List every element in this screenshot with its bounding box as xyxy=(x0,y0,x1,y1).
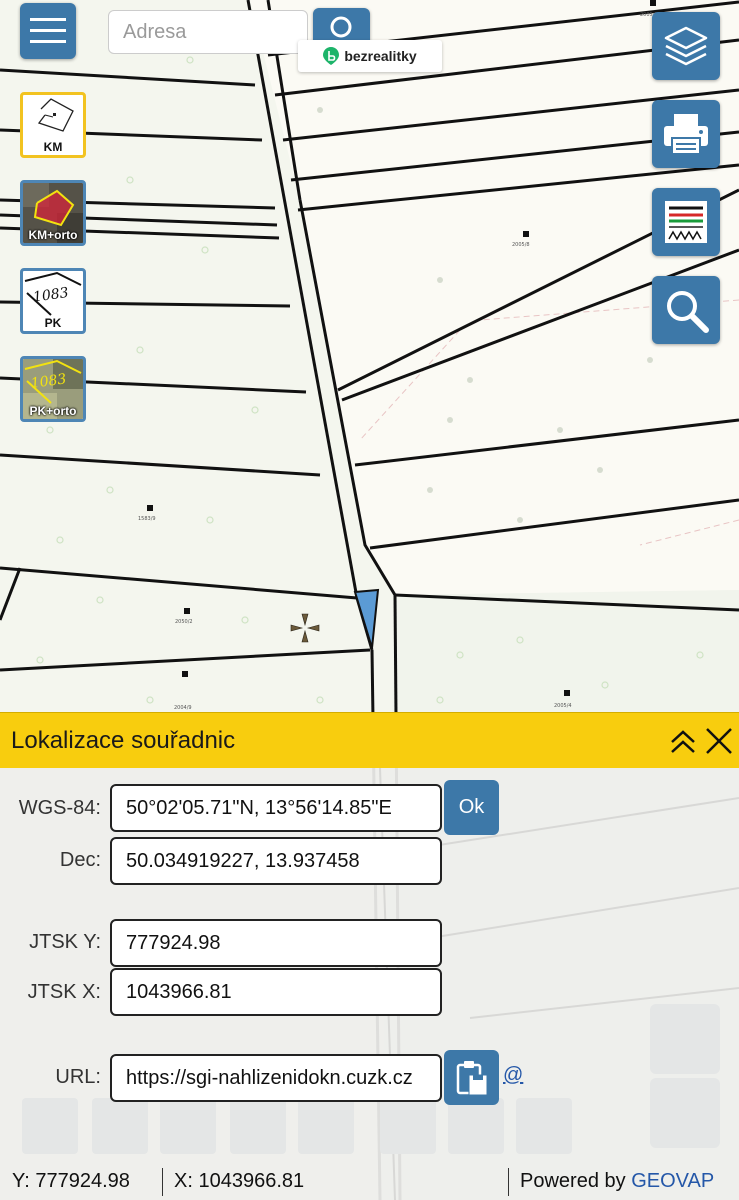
jtsk-x-input[interactable] xyxy=(110,968,442,1016)
address-search-input[interactable] xyxy=(108,10,308,54)
layer-km-button[interactable]: KM xyxy=(20,92,86,158)
status-x-coordinate: X: 1043966.81 xyxy=(174,1170,305,1192)
status-separator xyxy=(508,1168,509,1196)
parcel-label: 2004/9 xyxy=(174,705,192,711)
layers-stack-icon xyxy=(664,26,708,66)
bezrealitky-label: bezrealitky xyxy=(344,48,417,64)
url-label: URL: xyxy=(55,1066,101,1088)
legend-icon xyxy=(665,201,707,243)
layer-pk-orto-label: PK+orto xyxy=(29,404,77,418)
collapse-chevron-icon[interactable] xyxy=(668,726,698,756)
bezrealitky-ad-badge[interactable]: bezrealitky xyxy=(298,40,442,72)
wgs84-label: WGS-84: xyxy=(18,797,101,819)
parcel-label: 2005/4 xyxy=(554,703,572,709)
powered-by-prefix: Powered by xyxy=(520,1170,626,1192)
powered-by-text: Powered by GEOVAP xyxy=(520,1170,714,1193)
layer-km-orto-button[interactable]: KM+orto xyxy=(20,180,86,246)
layer-pk-label: PK xyxy=(44,316,62,330)
bezrealitky-logo-icon xyxy=(323,47,340,65)
hamburger-icon xyxy=(30,18,66,43)
magnifier-icon xyxy=(330,16,351,38)
wgs84-input[interactable] xyxy=(110,784,442,832)
jtsk-y-input[interactable] xyxy=(110,919,442,967)
url-input[interactable] xyxy=(110,1054,442,1102)
clipboard-icon xyxy=(456,1060,487,1095)
panel-body: WGS-84: Ok Dec: JTSK Y: JTSK X: URL: @ xyxy=(0,768,739,1200)
parcel-label: 2050/2 xyxy=(175,619,193,625)
search-button[interactable] xyxy=(313,8,370,42)
parcel-label: 2005/8 xyxy=(512,242,530,248)
email-url-link[interactable]: @ xyxy=(503,1064,523,1087)
menu-button[interactable] xyxy=(20,3,76,59)
km-layer-icon xyxy=(37,98,74,132)
magnifier-icon xyxy=(667,291,709,333)
pk-overlay-number: 1083 xyxy=(32,285,70,306)
layers-button[interactable] xyxy=(652,12,720,80)
find-button[interactable] xyxy=(652,276,720,344)
status-separator xyxy=(162,1168,163,1196)
close-icon[interactable] xyxy=(704,726,734,756)
jtsk-y-label: JTSK Y: xyxy=(29,931,101,953)
print-button[interactable] xyxy=(652,100,720,168)
jtsk-x-label: JTSK X: xyxy=(27,981,101,1003)
status-y-coordinate: Y: 777924.98 xyxy=(12,1170,130,1192)
layer-pk-orto-button[interactable]: 1083 PK+orto xyxy=(20,356,86,422)
layer-km-orto-label: KM+orto xyxy=(28,228,78,242)
dec-label: Dec: xyxy=(59,849,101,871)
geovap-link[interactable]: GEOVAP xyxy=(631,1170,714,1192)
coordinate-locator-panel: Lokalizace souřadnic WGS-84: 50°02'05.71… xyxy=(0,712,739,1200)
legend-button[interactable] xyxy=(652,188,720,256)
dec-input[interactable] xyxy=(110,837,442,885)
copy-url-button[interactable] xyxy=(444,1050,499,1105)
parcel-label: 1583/9 xyxy=(138,516,156,522)
layer-km-label: KM xyxy=(43,140,63,154)
layer-pk-button[interactable]: 1083 PK xyxy=(20,268,86,334)
printer-icon xyxy=(664,114,708,155)
status-bar: Y: 777924.98 X: 1043966.81 Powered by GE… xyxy=(0,1164,739,1200)
pk-layer-icon: 1083 xyxy=(24,271,82,316)
ok-button[interactable]: Ok xyxy=(444,780,499,835)
panel-header: Lokalizace souřadnic xyxy=(0,712,739,768)
panel-title: Lokalizace souřadnic xyxy=(11,727,236,754)
